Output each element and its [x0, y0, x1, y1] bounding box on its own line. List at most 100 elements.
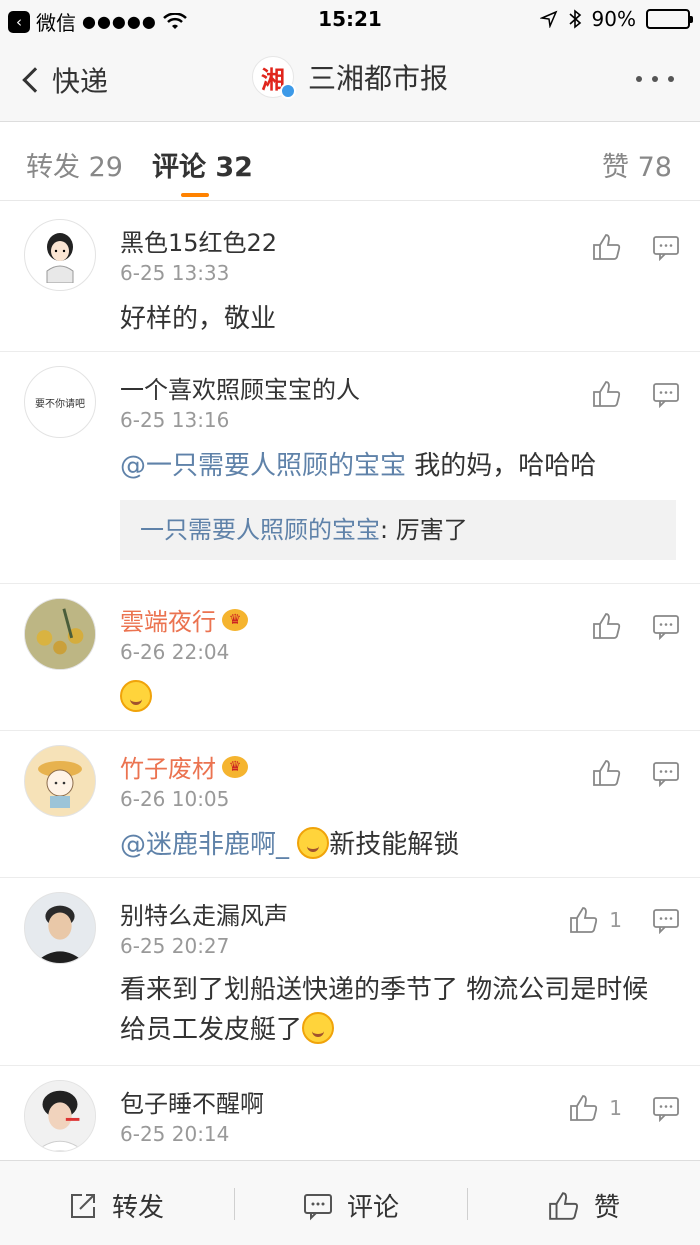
tab-comment[interactable]: 评论 32: [152, 145, 253, 184]
avatar-illustration-icon: [46, 233, 74, 283]
laughing-tears-emoji-icon: [297, 827, 330, 859]
more-options-icon[interactable]: [636, 76, 674, 82]
comment-item: 要不你请吧 一个喜欢照顾宝宝的人 6-25 13:16 @一只需要人照顾的宝宝 …: [0, 352, 700, 584]
avatar[interactable]: [24, 219, 96, 291]
quoted-reply[interactable]: 一只需要人照顾的宝宝: 厉害了: [120, 500, 676, 560]
toolbar-divider: [234, 1188, 235, 1220]
avatar-photo-icon: [25, 893, 95, 963]
thumbs-up-icon: [593, 613, 621, 639]
thumbs-up-icon: [570, 907, 598, 933]
back-label: 快递: [52, 65, 109, 98]
quoted-text: : 厉害了: [380, 516, 468, 544]
avatar[interactable]: [24, 892, 96, 964]
comment-username[interactable]: 雲端夜行 ♛: [120, 602, 248, 637]
thumbs-up-icon: [593, 381, 621, 407]
battery-percent: 90%: [591, 7, 636, 31]
comment-username[interactable]: 黑色15红色22: [120, 223, 277, 258]
like-count: 1: [609, 908, 622, 932]
page-title: 三湘都市报: [308, 62, 449, 95]
verified-badge-icon: [280, 83, 296, 99]
comment-username-text: 雲端夜行: [120, 608, 216, 636]
like-button[interactable]: 1: [569, 906, 622, 934]
comment-time: 6-25 13:33: [120, 261, 230, 285]
comment-icon: [304, 1193, 332, 1220]
reply-icon[interactable]: [652, 614, 680, 640]
comment-item: 雲端夜行 ♛ 6-26 22:04: [0, 584, 700, 731]
avatar[interactable]: 要不你请吧: [24, 366, 96, 438]
comment-username[interactable]: 一个喜欢照顾宝宝的人: [120, 370, 360, 405]
reply-icon[interactable]: [652, 1096, 680, 1122]
like-label: 赞: [594, 1193, 621, 1223]
comment-username-text: 竹子废材: [120, 755, 216, 783]
comment-label: 评论: [347, 1193, 400, 1223]
comment-item: 黑色15红色22 6-25 13:33 好样的，敬业: [0, 205, 700, 352]
thumbs-up-icon: [593, 234, 621, 260]
thumbs-up-icon: [549, 1191, 579, 1220]
share-icon: [71, 1193, 95, 1218]
reply-icon[interactable]: [652, 382, 680, 408]
comment-time: 6-25 13:16: [120, 408, 230, 432]
comment-username[interactable]: 别特么走漏风声: [120, 896, 288, 931]
comment-text: 好样的，敬业: [120, 304, 277, 334]
status-bar: ‹ 微信 ●●●●● 15:21 90%: [0, 0, 700, 40]
like-button[interactable]: [592, 759, 622, 787]
like-post-button[interactable]: 赞: [548, 1187, 620, 1224]
laughing-tears-emoji-icon: [120, 680, 152, 712]
like-count: 1: [609, 1096, 622, 1120]
active-tab-indicator: [181, 193, 209, 197]
avatar-photo-icon: [25, 599, 95, 669]
account-logo[interactable]: 湘: [252, 56, 296, 99]
tab-like[interactable]: 赞 78: [602, 145, 672, 184]
battery-icon: [646, 9, 693, 29]
mention-link[interactable]: @迷鹿非鹿啊_: [120, 830, 289, 860]
laughing-tears-emoji-icon: [302, 1012, 335, 1044]
nav-bar: 快递 湘 三湘都市报: [0, 40, 700, 122]
comment-username[interactable]: 包子睡不醒啊: [120, 1084, 264, 1119]
comment-text: 看来到了划船送快递的季节了 物流公司是时候给员工发皮艇了: [120, 970, 670, 1050]
member-crown-icon: ♛: [222, 608, 248, 631]
comment-text: @一只需要人照顾的宝宝 我的妈，哈哈哈: [120, 446, 670, 486]
like-button[interactable]: [592, 233, 622, 261]
comment-item: 包子睡不醒啊 6-25 20:14 1: [0, 1066, 700, 1166]
back-button[interactable]: 快递: [18, 60, 108, 100]
chevron-left-icon: [22, 67, 48, 93]
avatar-text: 要不你请吧: [35, 398, 85, 410]
account-header[interactable]: 湘 三湘都市报: [252, 56, 449, 99]
location-arrow-icon: [539, 10, 557, 28]
like-button[interactable]: [592, 612, 622, 640]
comment-time: 6-26 22:04: [120, 640, 230, 664]
reply-icon[interactable]: [652, 235, 680, 261]
comment-text-body: 新技能解锁: [329, 830, 460, 860]
toolbar-divider: [467, 1188, 468, 1220]
like-button[interactable]: [592, 380, 622, 408]
tab-bar: 转发 29 评论 32 赞 78: [0, 123, 700, 201]
avatar-illustration-icon: [38, 761, 82, 808]
avatar[interactable]: [24, 745, 96, 817]
comment-username[interactable]: 竹子废材 ♛: [120, 749, 248, 784]
avatar[interactable]: [24, 1080, 96, 1152]
mention-link[interactable]: @一只需要人照顾的宝宝: [120, 451, 406, 481]
bottom-toolbar: 转发 评论 赞: [0, 1160, 700, 1245]
thumbs-up-icon: [570, 1095, 598, 1121]
tab-repost[interactable]: 转发 29: [26, 145, 123, 184]
comment-text-body: 我的妈，哈哈哈: [406, 451, 597, 481]
comment-text: [120, 678, 670, 718]
avatar-photo-icon: [25, 1081, 95, 1151]
repost-button[interactable]: 转发: [68, 1187, 164, 1224]
comment-time: 6-25 20:27: [120, 934, 230, 958]
comment-button[interactable]: 评论: [303, 1187, 399, 1224]
like-button[interactable]: 1: [569, 1094, 622, 1122]
bluetooth-icon: [569, 9, 581, 29]
reply-icon[interactable]: [652, 908, 680, 934]
quoted-author[interactable]: 一只需要人照顾的宝宝: [140, 516, 380, 544]
comment-text: @迷鹿非鹿啊_ 新技能解锁: [120, 825, 670, 865]
comment-list: 黑色15红色22 6-25 13:33 好样的，敬业 要不你请吧 一个喜欢照顾宝…: [0, 205, 700, 1166]
comment-item: 别特么走漏风声 6-25 20:27 看来到了划船送快递的季节了 物流公司是时候…: [0, 878, 700, 1066]
comment-item: 竹子废材 ♛ 6-26 10:05 @迷鹿非鹿啊_ 新技能解锁: [0, 731, 700, 878]
comment-text-body: 看来到了划船送快递的季节了 物流公司是时候给员工发皮艇了: [120, 975, 649, 1045]
comment-time: 6-26 10:05: [120, 787, 230, 811]
member-crown-icon: ♛: [222, 755, 248, 778]
reply-icon[interactable]: [652, 761, 680, 787]
avatar[interactable]: [24, 598, 96, 670]
repost-label: 转发: [112, 1193, 165, 1223]
